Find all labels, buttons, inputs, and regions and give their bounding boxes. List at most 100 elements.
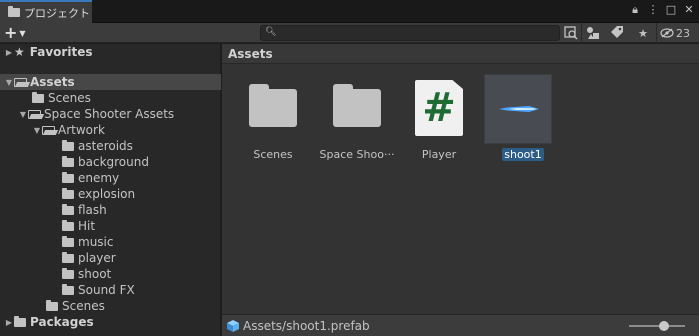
tree-item-label: shoot xyxy=(78,267,112,281)
laser-shot-icon xyxy=(499,106,539,112)
window-controls: 🔒︎ ⋮ □ ✕ xyxy=(629,3,695,17)
folder-icon xyxy=(62,235,74,247)
chevron-down-icon: ▼ xyxy=(19,28,26,38)
folder-thumbnail xyxy=(329,76,385,140)
asset-tile[interactable]: Space Shoo··· xyxy=(318,76,396,166)
breadcrumb: Assets xyxy=(222,44,699,64)
tree-item-artwork-child[interactable]: asteroids xyxy=(0,138,221,154)
asset-tile[interactable]: Scenes xyxy=(234,76,312,166)
tree-item-label: music xyxy=(78,235,114,249)
folder-icon xyxy=(62,267,74,279)
selected-asset-path: Assets/shoot1.prefab xyxy=(243,318,370,333)
folder-icon xyxy=(14,315,26,327)
expanded-arrow-icon[interactable]: ▼ xyxy=(18,110,28,119)
prefab-cube-icon xyxy=(227,319,239,332)
tree-item-label: Assets xyxy=(30,75,75,89)
search-by-type-icon[interactable] xyxy=(560,24,582,42)
tree-item-artwork-child[interactable]: explosion xyxy=(0,186,221,202)
hidden-packages-toggle[interactable]: 23 xyxy=(660,24,690,42)
folder-icon xyxy=(62,283,74,295)
tree-item-label: flash xyxy=(78,203,107,217)
tab-project[interactable]: プロジェクト xyxy=(0,0,92,23)
toolbar-divider xyxy=(656,23,657,43)
tree-item-artwork[interactable]: ▼ Artwork xyxy=(0,122,221,138)
asset-tile[interactable]: # Player xyxy=(400,76,478,166)
folder-icon xyxy=(333,84,381,127)
search-input[interactable]: 🔍︎ xyxy=(260,25,560,41)
tree-item-label: Space Shooter Assets xyxy=(44,107,175,121)
prefab-thumbnail xyxy=(484,74,552,144)
tree-item-artwork-child[interactable]: enemy xyxy=(0,170,221,186)
folder-icon xyxy=(62,187,74,199)
folder-icon xyxy=(46,299,58,311)
tree-item-space-shooter-assets[interactable]: ▼ Space Shooter Assets xyxy=(0,106,221,122)
thumbnail-size-slider[interactable] xyxy=(629,321,685,331)
tree-item-artwork-child[interactable]: shoot xyxy=(0,266,221,282)
tree-item-artwork-child[interactable]: flash xyxy=(0,202,221,218)
filter-by-type-icon[interactable] xyxy=(582,24,604,42)
close-icon[interactable]: ✕ xyxy=(683,3,695,17)
asset-label: shoot1 xyxy=(502,148,544,161)
filter-by-label-icon[interactable] xyxy=(606,24,628,42)
folder-icon xyxy=(62,139,74,151)
folder-icon xyxy=(32,91,44,103)
more-options-icon[interactable]: ⋮ xyxy=(647,3,659,17)
expanded-arrow-icon[interactable]: ▼ xyxy=(32,126,42,135)
tree-item-artwork-child[interactable]: music xyxy=(0,234,221,250)
folder-tree: ▶ ★ Favorites ▼ Assets Scenes ▼ Space Sh… xyxy=(0,44,221,336)
tree-item-label: Scenes xyxy=(48,91,91,105)
tree-item-label: Favorites xyxy=(29,45,93,59)
maximize-icon[interactable]: □ xyxy=(665,3,677,17)
folder-icon xyxy=(62,203,74,215)
tree-item-label: Sound FX xyxy=(78,283,135,297)
tab-title: プロジェクト xyxy=(24,6,90,20)
tree-item-packages[interactable]: ▶ Packages xyxy=(0,314,221,330)
folder-icon xyxy=(8,6,20,17)
folder-icon xyxy=(249,84,297,127)
folder-icon xyxy=(62,155,74,167)
tree-item-scenes[interactable]: Scenes xyxy=(0,90,221,106)
slider-handle[interactable] xyxy=(659,321,669,331)
star-icon: ★ xyxy=(14,45,25,59)
tree-item-artwork-child[interactable]: background xyxy=(0,154,221,170)
tree-item-favorites[interactable]: ▶ ★ Favorites xyxy=(0,44,221,60)
breadcrumb-item-assets[interactable]: Assets xyxy=(228,47,273,61)
hidden-count-label: 23 xyxy=(676,26,690,40)
create-button[interactable]: + ▼ xyxy=(4,24,34,42)
tree-item-label: explosion xyxy=(78,187,136,201)
project-toolbar: + ▼ 🔍︎ ★ 23 xyxy=(0,23,699,43)
tree-item-label: background xyxy=(78,155,149,169)
asset-label: Player xyxy=(421,148,457,161)
tree-item-label: Scenes xyxy=(62,299,105,313)
tree-item-artwork-child[interactable]: Hit xyxy=(0,218,221,234)
tree-item-artwork-child[interactable]: Sound FX xyxy=(0,282,221,298)
tree-item-label: player xyxy=(78,251,116,265)
folder-open-icon xyxy=(14,77,27,87)
asset-tile-selected[interactable]: shoot1 xyxy=(484,74,562,166)
csharp-script-icon: # xyxy=(415,80,463,136)
tree-item-label: Artwork xyxy=(58,123,105,137)
asset-browser: Assets Scenes Space Shoo··· # Player sho… xyxy=(222,44,699,336)
asset-label: Scenes xyxy=(253,148,293,161)
lock-icon[interactable]: 🔒︎ xyxy=(629,3,641,17)
search-icon: 🔍︎ xyxy=(265,27,277,37)
tree-item-label: Hit xyxy=(78,219,96,233)
tree-item-label: asteroids xyxy=(78,139,133,153)
tree-item-label: enemy xyxy=(78,171,120,185)
folder-open-icon xyxy=(28,109,41,119)
tree-item-scenes-inner[interactable]: Scenes xyxy=(0,298,221,314)
window-tab-bar: プロジェクト 🔒︎ ⋮ □ ✕ xyxy=(0,0,699,23)
expanded-arrow-icon[interactable]: ▼ xyxy=(4,78,14,87)
tree-item-artwork-child[interactable]: player xyxy=(0,250,221,266)
script-thumbnail: # xyxy=(411,76,467,140)
folder-icon xyxy=(62,251,74,263)
folder-thumbnail xyxy=(245,76,301,140)
favorite-star-icon[interactable]: ★ xyxy=(632,24,654,42)
folder-open-icon xyxy=(42,125,55,135)
asset-label: Space Shoo··· xyxy=(319,148,395,161)
tree-item-assets[interactable]: ▼ Assets xyxy=(0,74,221,90)
tree-item-label: Packages xyxy=(30,315,94,329)
collapsed-arrow-icon[interactable]: ▶ xyxy=(4,318,14,327)
folder-icon xyxy=(62,171,74,183)
collapsed-arrow-icon[interactable]: ▶ xyxy=(4,48,14,57)
